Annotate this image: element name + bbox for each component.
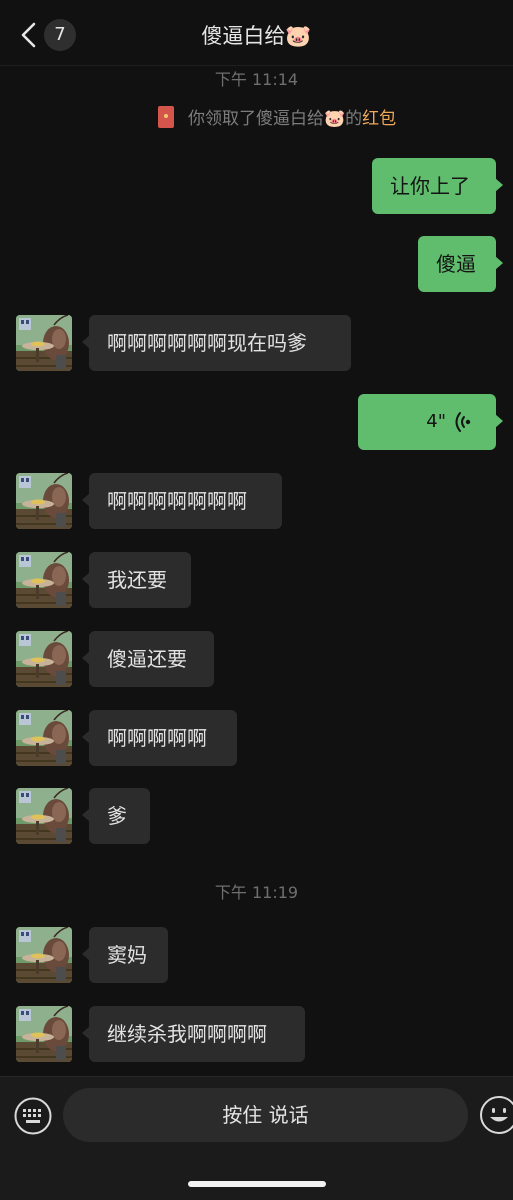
contact-avatar[interactable] [16, 1006, 72, 1062]
contact-avatar[interactable] [16, 473, 72, 529]
contact-avatar[interactable] [16, 315, 72, 371]
voice-duration: 4" [426, 411, 446, 432]
incoming-message-bubble[interactable]: 啊啊啊啊啊啊啊 [82, 473, 282, 529]
incoming-message-bubble[interactable]: 继续杀我啊啊啊啊 [82, 1006, 305, 1062]
timestamp: 下午 11:19 [214, 883, 299, 902]
contact-avatar[interactable] [16, 788, 72, 844]
red-packet-notice-text: 你领取了傻逼白给🐷的 [188, 109, 363, 129]
contact-avatar[interactable] [16, 927, 72, 983]
hold-to-talk-button[interactable]: 按住 说话 [63, 1088, 468, 1142]
chat-title: 傻逼白给🐷 [201, 24, 312, 48]
outgoing-message-bubble[interactable]: 傻逼 [418, 236, 503, 292]
timestamp: 下午 11:14 [214, 70, 299, 89]
red-packet-notice: 你领取了傻逼白给🐷的红包 [158, 105, 396, 133]
voice-wave-icon [455, 412, 471, 432]
home-indicator [188, 1181, 326, 1187]
outgoing-voice-message[interactable]: 4" [358, 394, 503, 450]
incoming-message-bubble[interactable]: 傻逼还要 [82, 631, 214, 687]
red-packet-link[interactable]: 红包 [362, 109, 396, 129]
outgoing-message-bubble[interactable]: 让你上了 [372, 158, 503, 214]
incoming-message-bubble[interactable]: 啊啊啊啊啊啊现在吗爹 [82, 315, 351, 371]
keyboard-icon[interactable] [14, 1097, 52, 1135]
contact-avatar[interactable] [16, 552, 72, 608]
contact-avatar[interactable] [16, 631, 72, 687]
incoming-message-bubble[interactable]: 爹 [82, 788, 150, 844]
emoji-icon[interactable] [479, 1095, 513, 1135]
chat-header: 7 傻逼白给🐷 [0, 0, 513, 66]
contact-avatar[interactable] [16, 710, 72, 766]
red-packet-icon [158, 106, 174, 128]
incoming-message-bubble[interactable]: 啊啊啊啊啊 [82, 710, 237, 766]
incoming-message-bubble[interactable]: 窦妈 [82, 927, 168, 983]
incoming-message-bubble[interactable]: 我还要 [82, 552, 191, 608]
